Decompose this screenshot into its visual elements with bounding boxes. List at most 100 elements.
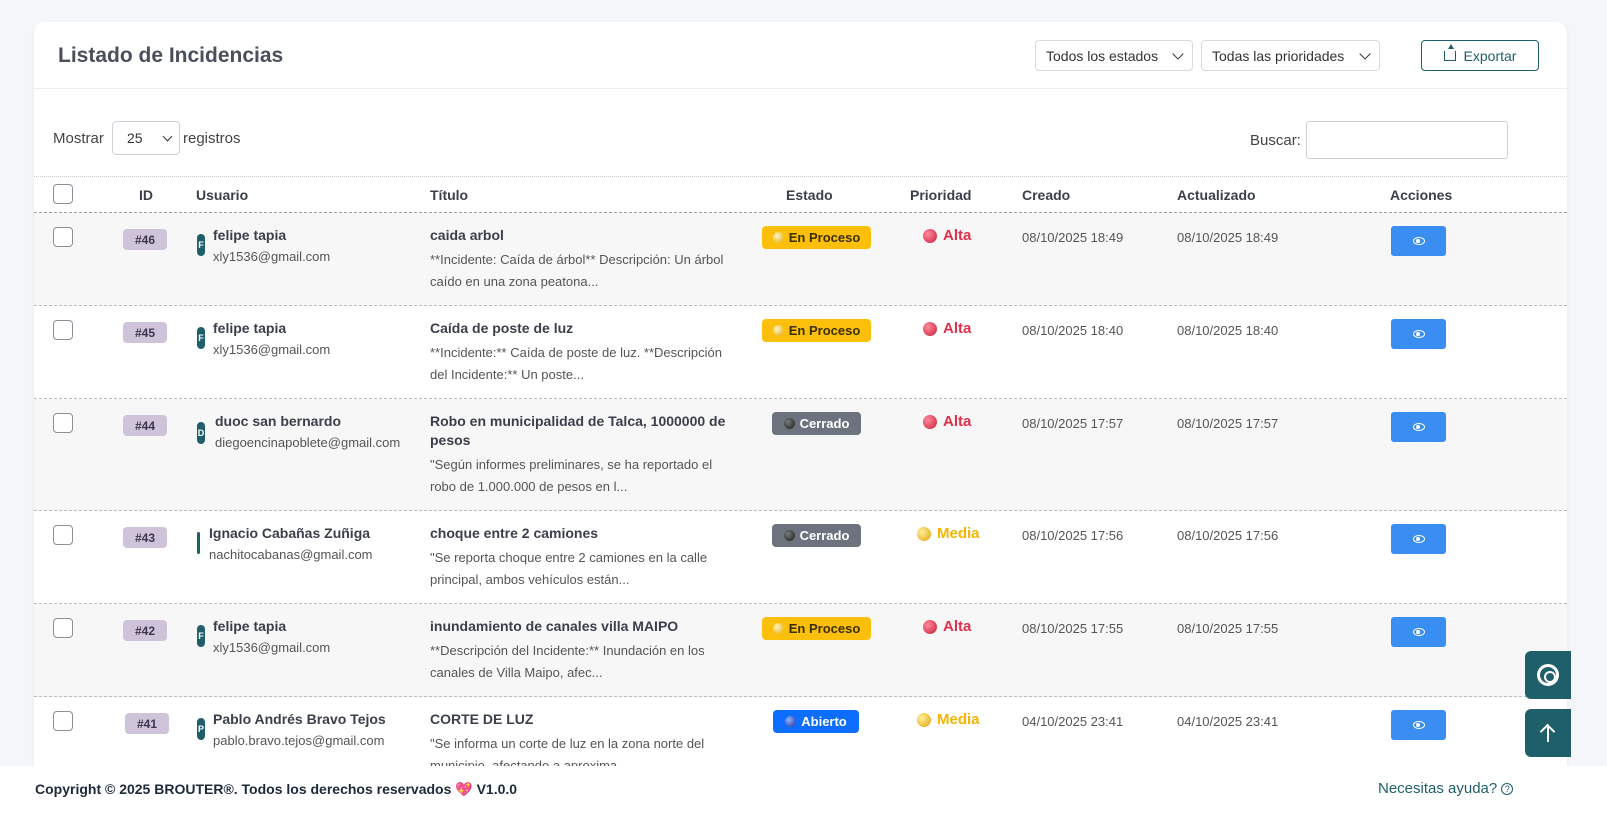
incident-title: caida arbol	[430, 227, 504, 243]
priority-dot-icon	[923, 414, 937, 429]
eye-icon	[1412, 721, 1425, 729]
priority-indicator: Alta	[923, 413, 971, 430]
help-link[interactable]: Necesitas ayuda? ?	[1378, 780, 1514, 797]
gear-icon	[1537, 664, 1559, 686]
user-name: Ignacio Cabañas Zuñiga	[209, 525, 371, 541]
column-id[interactable]: ID	[139, 187, 153, 203]
view-button[interactable]	[1391, 524, 1446, 554]
table-row[interactable]: #42 F felipe tapia xly1536@gmail.com inu…	[34, 604, 1567, 697]
search-label: Buscar:	[1250, 132, 1301, 149]
created-date: 08/10/2025 18:49	[1022, 230, 1124, 245]
column-user[interactable]: Usuario	[196, 187, 248, 203]
avatar: F	[197, 625, 205, 647]
status-badge: Cerrado	[772, 524, 861, 547]
chevron-down-icon	[1172, 47, 1184, 60]
view-button[interactable]	[1391, 617, 1446, 647]
priority-dot-icon	[923, 228, 937, 243]
status-label: En Proceso	[788, 230, 861, 245]
priority-label: Media	[937, 711, 980, 728]
page-length-select[interactable]: 25	[112, 121, 180, 155]
select-all-checkbox[interactable]	[53, 184, 73, 204]
user-email: nachitocabanas@gmail.com	[209, 547, 373, 562]
eye-icon	[1412, 237, 1425, 245]
row-checkbox[interactable]	[53, 413, 73, 433]
table-header: ID Usuario Título Estado Prioridad Cread…	[34, 176, 1567, 213]
row-checkbox[interactable]	[53, 320, 73, 340]
incidents-card: Listado de Incidencias Todos los estados…	[34, 22, 1567, 782]
status-label: En Proceso	[788, 323, 861, 338]
arrow-up-icon	[1540, 724, 1556, 742]
table-row[interactable]: #43 I Ignacio Cabañas Zuñiga nachitocaba…	[34, 511, 1567, 604]
incident-description: **Descripción del Incidente:** Inundació…	[430, 643, 705, 680]
table-row[interactable]: #46 F felipe tapia xly1536@gmail.com cai…	[34, 213, 1567, 306]
avatar: F	[197, 327, 205, 349]
id-badge: #43	[123, 527, 167, 548]
status-dot-icon	[772, 325, 784, 336]
back-to-top-button[interactable]	[1525, 709, 1571, 757]
eye-icon	[1412, 330, 1425, 338]
status-label: En Proceso	[788, 621, 861, 636]
updated-date: 08/10/2025 17:56	[1177, 528, 1279, 543]
row-checkbox[interactable]	[53, 711, 73, 731]
copyright-text: Copyright © 2025 BROUTER®. Todos los der…	[35, 781, 517, 798]
user-email: xly1536@gmail.com	[213, 342, 331, 357]
status-filter-value: Todos los estados	[1046, 47, 1159, 64]
priority-dot-icon	[917, 712, 931, 727]
priority-indicator: Media	[917, 711, 980, 728]
status-filter-select[interactable]: Todos los estados	[1035, 40, 1193, 71]
table-row[interactable]: #45 F felipe tapia xly1536@gmail.com Caí…	[34, 306, 1567, 399]
priority-indicator: Alta	[923, 618, 971, 635]
user-name: felipe tapia	[213, 320, 287, 336]
priority-dot-icon	[917, 526, 931, 541]
search-input[interactable]	[1306, 121, 1508, 159]
question-circle-icon: ?	[1501, 782, 1514, 795]
user-email: xly1536@gmail.com	[213, 640, 331, 655]
row-checkbox[interactable]	[53, 227, 73, 247]
incident-title: inundamiento de canales villa MAIPO	[430, 618, 679, 634]
table-row[interactable]: #44 D duoc san bernardo diegoencinapoble…	[34, 399, 1567, 511]
row-checkbox[interactable]	[53, 525, 73, 545]
avatar: D	[197, 422, 205, 444]
view-button[interactable]	[1391, 319, 1446, 349]
records-label: registros	[183, 130, 241, 147]
status-label: Abierto	[801, 714, 847, 729]
column-status[interactable]: Estado	[786, 187, 833, 203]
card-header: Listado de Incidencias Todos los estados…	[34, 22, 1567, 89]
version-label: V1.0.0	[476, 781, 518, 797]
column-updated[interactable]: Actualizado	[1177, 187, 1256, 203]
row-checkbox[interactable]	[53, 618, 73, 638]
created-date: 08/10/2025 17:57	[1022, 416, 1124, 431]
view-button[interactable]	[1391, 710, 1446, 740]
status-dot-icon	[772, 232, 784, 243]
priority-indicator: Alta	[923, 227, 971, 244]
copyright-label: Copyright © 2025 BROUTER®. Todos los der…	[35, 781, 452, 797]
incident-title: choque entre 2 camiones	[430, 525, 599, 541]
status-badge: En Proceso	[762, 319, 871, 342]
id-badge: #46	[123, 229, 167, 250]
status-dot-icon	[785, 716, 797, 727]
priority-filter-select[interactable]: Todas las prioridades	[1201, 40, 1380, 71]
priority-label: Alta	[943, 618, 972, 635]
id-badge: #42	[123, 620, 167, 641]
incident-description: **Incidente:** Caída de poste de luz. **…	[430, 345, 722, 382]
view-button[interactable]	[1391, 226, 1446, 256]
footer: Copyright © 2025 BROUTER®. Todos los der…	[0, 766, 1607, 814]
export-button[interactable]: Exportar	[1421, 40, 1539, 71]
status-badge: Abierto	[773, 710, 859, 733]
chevron-down-icon	[1359, 47, 1371, 60]
column-priority[interactable]: Prioridad	[910, 187, 971, 203]
page-length-value: 25	[127, 130, 143, 146]
incident-title: Robo en municipalidad de Talca, 1000000 …	[430, 413, 726, 448]
priority-label: Alta	[943, 413, 972, 430]
avatar: F	[197, 234, 205, 256]
updated-date: 08/10/2025 17:55	[1177, 621, 1279, 636]
view-button[interactable]	[1391, 412, 1446, 442]
status-badge: En Proceso	[762, 226, 871, 249]
status-badge: Cerrado	[772, 412, 861, 435]
eye-icon	[1412, 423, 1425, 431]
table-controls: Mostrar 25 registros Buscar:	[34, 89, 1567, 176]
column-created[interactable]: Creado	[1022, 187, 1070, 203]
settings-button[interactable]	[1525, 651, 1571, 699]
column-title[interactable]: Título	[430, 187, 468, 203]
created-date: 08/10/2025 18:40	[1022, 323, 1124, 338]
